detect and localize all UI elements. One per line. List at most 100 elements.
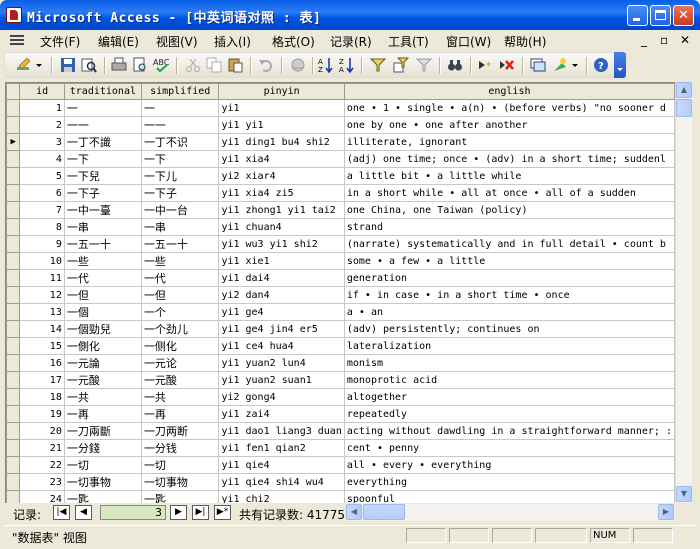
- view-icon[interactable]: [16, 57, 32, 73]
- cell-id[interactable]: 10: [19, 252, 65, 270]
- new-object-icon[interactable]: [552, 57, 568, 73]
- cell-english[interactable]: if • in case • in a short time • once: [343, 286, 675, 304]
- scroll-up-button[interactable]: ▲: [676, 82, 692, 98]
- cell-simplified[interactable]: 一共: [140, 388, 220, 406]
- cell-simplified[interactable]: 一切: [140, 456, 220, 474]
- record-selector[interactable]: [6, 235, 21, 253]
- cell-id[interactable]: 11: [19, 269, 65, 287]
- record-selector[interactable]: [6, 354, 21, 372]
- cell-pinyin[interactable]: yi2 dan4: [218, 286, 345, 304]
- cell-pinyin[interactable]: yi1 dai4: [218, 269, 345, 287]
- table-row[interactable]: 21 一分錢 一分钱 yi1 fen1 qian2 cent • penny: [6, 439, 675, 457]
- undo-icon[interactable]: [258, 57, 274, 73]
- table-row[interactable]: 6 一下子 一下子 yi1 xia4 zi5 in a short while • al…: [6, 184, 675, 202]
- minimize-button[interactable]: [627, 5, 648, 26]
- cell-traditional[interactable]: 一下兒: [63, 167, 142, 185]
- cell-english[interactable]: spoonful: [343, 490, 675, 503]
- record-selector[interactable]: [6, 184, 21, 202]
- cell-pinyin[interactable]: yi1 ge4: [218, 303, 345, 321]
- cell-traditional[interactable]: 一中一臺: [63, 201, 142, 219]
- menu-file[interactable]: 文件(F): [40, 33, 80, 50]
- first-record-button[interactable]: |◀: [53, 505, 70, 520]
- paste-icon[interactable]: [227, 57, 243, 73]
- cell-id[interactable]: 17: [19, 371, 65, 389]
- cell-pinyin[interactable]: yi1 chuan4: [218, 218, 345, 236]
- cell-simplified[interactable]: 一下: [140, 150, 220, 168]
- cell-traditional[interactable]: 一個勁兒: [63, 320, 142, 338]
- cell-id[interactable]: 12: [19, 286, 65, 304]
- cell-id[interactable]: 16: [19, 354, 65, 372]
- cell-english[interactable]: acting without dawdling in a straightfor…: [343, 422, 675, 440]
- cell-pinyin[interactable]: yi1: [218, 99, 345, 117]
- next-record-button[interactable]: ▶: [170, 505, 187, 520]
- last-record-button[interactable]: ▶|: [192, 505, 209, 520]
- cell-pinyin[interactable]: yi2 gong4: [218, 388, 345, 406]
- cell-simplified[interactable]: 一下子: [140, 184, 220, 202]
- scroll-left-button[interactable]: ◀: [346, 504, 362, 520]
- cell-id[interactable]: 23: [19, 473, 65, 491]
- current-record-field[interactable]: 3: [100, 505, 166, 520]
- cell-traditional[interactable]: 一側化: [63, 337, 142, 355]
- vertical-scrollbar[interactable]: ▲ ▼: [675, 82, 692, 503]
- help-icon[interactable]: ?: [593, 57, 609, 73]
- table-window-icon[interactable]: [10, 34, 24, 47]
- cell-simplified[interactable]: 一分钱: [140, 439, 220, 457]
- cell-english[interactable]: (adj) one time; once • (adv) in a short …: [343, 150, 675, 168]
- cell-simplified[interactable]: 一切事物: [140, 473, 220, 491]
- cell-id[interactable]: 6: [19, 184, 65, 202]
- cell-traditional[interactable]: 一些: [63, 252, 142, 270]
- cell-id[interactable]: 5: [19, 167, 65, 185]
- cell-english[interactable]: (narrate) systematically and in full det…: [343, 235, 675, 253]
- cell-english[interactable]: in a short while • all at once • all of …: [343, 184, 675, 202]
- cell-traditional[interactable]: 一共: [63, 388, 142, 406]
- table-row[interactable]: 5 一下兒 一下儿 yi2 xiar4 a little bit • a little …: [6, 167, 675, 185]
- vertical-scroll-thumb[interactable]: [676, 99, 692, 117]
- cell-traditional[interactable]: 一分錢: [63, 439, 142, 457]
- cell-traditional[interactable]: 一下子: [63, 184, 142, 202]
- cell-traditional[interactable]: 一下: [63, 150, 142, 168]
- cell-pinyin[interactable]: yi1 wu3 yi1 shi2: [218, 235, 345, 253]
- cell-english[interactable]: monism: [343, 354, 675, 372]
- filter-by-selection-icon[interactable]: [369, 57, 387, 73]
- cell-pinyin[interactable]: yi1 ding1 bu4 shi2: [218, 133, 345, 151]
- record-selector[interactable]: [6, 422, 21, 440]
- column-header-pinyin[interactable]: pinyin: [218, 83, 345, 100]
- record-selector[interactable]: [6, 473, 21, 491]
- cell-simplified[interactable]: 一再: [140, 405, 220, 423]
- cell-id[interactable]: 4: [19, 150, 65, 168]
- table-row[interactable]: 12 一但 一但 yi2 dan4 if • in case • in a short …: [6, 286, 675, 304]
- column-header-id[interactable]: id: [19, 83, 65, 100]
- menu-view[interactable]: 视图(V): [156, 33, 198, 50]
- table-row[interactable]: 20 一刀兩斷 一刀两断 yi1 dao1 liang3 duan acting wit…: [6, 422, 675, 440]
- menu-window[interactable]: 窗口(W): [446, 33, 491, 50]
- record-selector[interactable]: [6, 99, 21, 117]
- cell-simplified[interactable]: 一些: [140, 252, 220, 270]
- cell-pinyin[interactable]: yi1 chi2: [218, 490, 345, 503]
- cell-traditional[interactable]: 一五一十: [63, 235, 142, 253]
- toolbar-options-button[interactable]: [614, 52, 626, 78]
- cell-traditional[interactable]: 一元酸: [63, 371, 142, 389]
- cell-simplified[interactable]: 一个劲儿: [140, 320, 220, 338]
- cell-simplified[interactable]: 一刀两断: [140, 422, 220, 440]
- cell-simplified[interactable]: 一元论: [140, 354, 220, 372]
- cell-english[interactable]: (adv) persistently; continues on: [343, 320, 675, 338]
- cell-pinyin[interactable]: yi1 qie4: [218, 456, 345, 474]
- cell-traditional[interactable]: 一但: [63, 286, 142, 304]
- cell-id[interactable]: 8: [19, 218, 65, 236]
- cell-traditional[interactable]: 一個: [63, 303, 142, 321]
- mdi-minimize-button[interactable]: _: [641, 33, 647, 47]
- table-row[interactable]: 22 一切 一切 yi1 qie4 all • every • everything: [6, 456, 675, 474]
- cell-simplified[interactable]: 一: [140, 99, 220, 117]
- cell-simplified[interactable]: 一五一十: [140, 235, 220, 253]
- cell-id[interactable]: 22: [19, 456, 65, 474]
- cell-id[interactable]: 14: [19, 320, 65, 338]
- menu-edit[interactable]: 编辑(E): [98, 33, 139, 50]
- cell-id[interactable]: 18: [19, 388, 65, 406]
- cell-english[interactable]: illiterate, ignorant: [343, 133, 675, 151]
- cell-english[interactable]: some • a few • a little: [343, 252, 675, 270]
- cell-simplified[interactable]: 一但: [140, 286, 220, 304]
- table-row[interactable]: 16 一元論 一元论 yi1 yuan2 lun4 monism: [6, 354, 675, 372]
- search-icon[interactable]: [81, 57, 97, 73]
- cell-english[interactable]: altogether: [343, 388, 675, 406]
- table-row[interactable]: 23 一切事物 一切事物 yi1 qie4 shi4 wu4 everything: [6, 473, 675, 491]
